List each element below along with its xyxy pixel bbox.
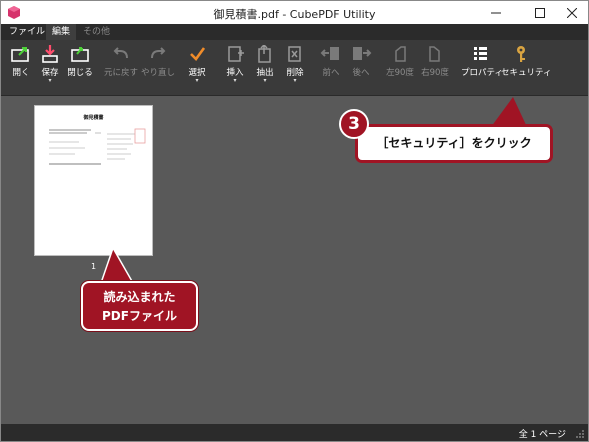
extract-dropdown-caret[interactable]: ▾ — [253, 78, 277, 84]
page-thumbnail[interactable]: 御見積書 — [34, 105, 153, 256]
security-callout: ［セキュリティ］をクリック — [355, 124, 553, 163]
maximize-icon — [535, 7, 545, 18]
undo-icon — [113, 47, 128, 59]
save-icon — [42, 45, 58, 63]
close-icon — [567, 7, 577, 18]
tab-file[interactable]: ファイル — [3, 24, 51, 40]
rotate-right-icon — [429, 46, 440, 62]
page-thumbnail-area: 御見積書 1 読み込まれた PDFファイル ［セキュリティ］をクリック 3 — [1, 97, 588, 424]
tab-other[interactable]: その他 — [77, 24, 116, 40]
move-prev-button[interactable]: 前へ — [319, 45, 343, 91]
save-dropdown-caret[interactable]: ▾ — [37, 78, 63, 84]
page-count-label: 全 1 ページ — [518, 430, 566, 440]
move-next-button[interactable]: 後へ — [349, 45, 373, 91]
app-window: 御見積書.pdf - CubePDF Utility ファイル 編集 その他 開… — [0, 0, 589, 442]
open-folder-icon — [11, 47, 29, 62]
redo-button[interactable]: やり直し — [141, 45, 175, 91]
redo-icon — [151, 47, 166, 59]
list-properties-icon — [474, 47, 487, 60]
close-window-button[interactable] — [557, 1, 587, 24]
title-bar[interactable]: 御見積書.pdf - CubePDF Utility — [1, 1, 588, 24]
save-button[interactable]: 保存 ▾ — [37, 45, 63, 91]
select-button[interactable]: 選択 ▾ — [185, 45, 209, 91]
maximize-button[interactable] — [525, 1, 555, 24]
menu-bar: ファイル 編集 その他 — [1, 24, 588, 40]
status-bar: 全 1 ページ — [1, 424, 588, 441]
extract-page-icon — [258, 45, 271, 63]
minimize-icon — [491, 12, 501, 13]
minimize-button[interactable] — [481, 1, 511, 24]
undo-button[interactable]: 元に戻す — [103, 45, 139, 91]
close-file-button[interactable]: 閉じる — [65, 45, 95, 91]
open-button[interactable]: 開く — [7, 45, 35, 91]
move-left-icon — [320, 47, 339, 60]
close-file-icon — [71, 47, 89, 62]
delete-button[interactable]: 削除 ▾ — [283, 45, 307, 91]
move-right-icon — [353, 47, 372, 60]
security-button[interactable]: セキュリティ — [501, 45, 552, 91]
properties-button[interactable]: プロパティ — [461, 45, 503, 91]
insert-page-icon — [228, 46, 244, 62]
select-dropdown-caret[interactable]: ▾ — [185, 78, 209, 84]
delete-dropdown-caret[interactable]: ▾ — [283, 78, 307, 84]
resize-grip-icon[interactable] — [575, 429, 585, 439]
checkmark-icon — [190, 47, 206, 61]
page-number-label: 1 — [90, 262, 97, 271]
toolbar: 開く 保存 ▾ 閉じる 元に戻す やり直し 選択 ▾ 挿入 ▾ 抽出 ▾ 削除 … — [1, 40, 588, 96]
step-badge: 3 — [339, 109, 369, 139]
insert-button[interactable]: 挿入 ▾ — [223, 45, 247, 91]
tab-edit[interactable]: 編集 — [46, 24, 77, 40]
rotate-left-icon — [395, 46, 406, 62]
key-icon — [517, 46, 525, 62]
rotate-left-button[interactable]: 左90度 — [385, 45, 415, 91]
rotate-right-button[interactable]: 右90度 — [419, 45, 451, 91]
delete-page-icon — [288, 46, 301, 62]
thumbnail-content-lines — [49, 128, 146, 165]
insert-dropdown-caret[interactable]: ▾ — [223, 78, 247, 84]
loaded-pdf-callout: 読み込まれた PDFファイル — [81, 281, 198, 331]
extract-button[interactable]: 抽出 ▾ — [253, 45, 277, 91]
